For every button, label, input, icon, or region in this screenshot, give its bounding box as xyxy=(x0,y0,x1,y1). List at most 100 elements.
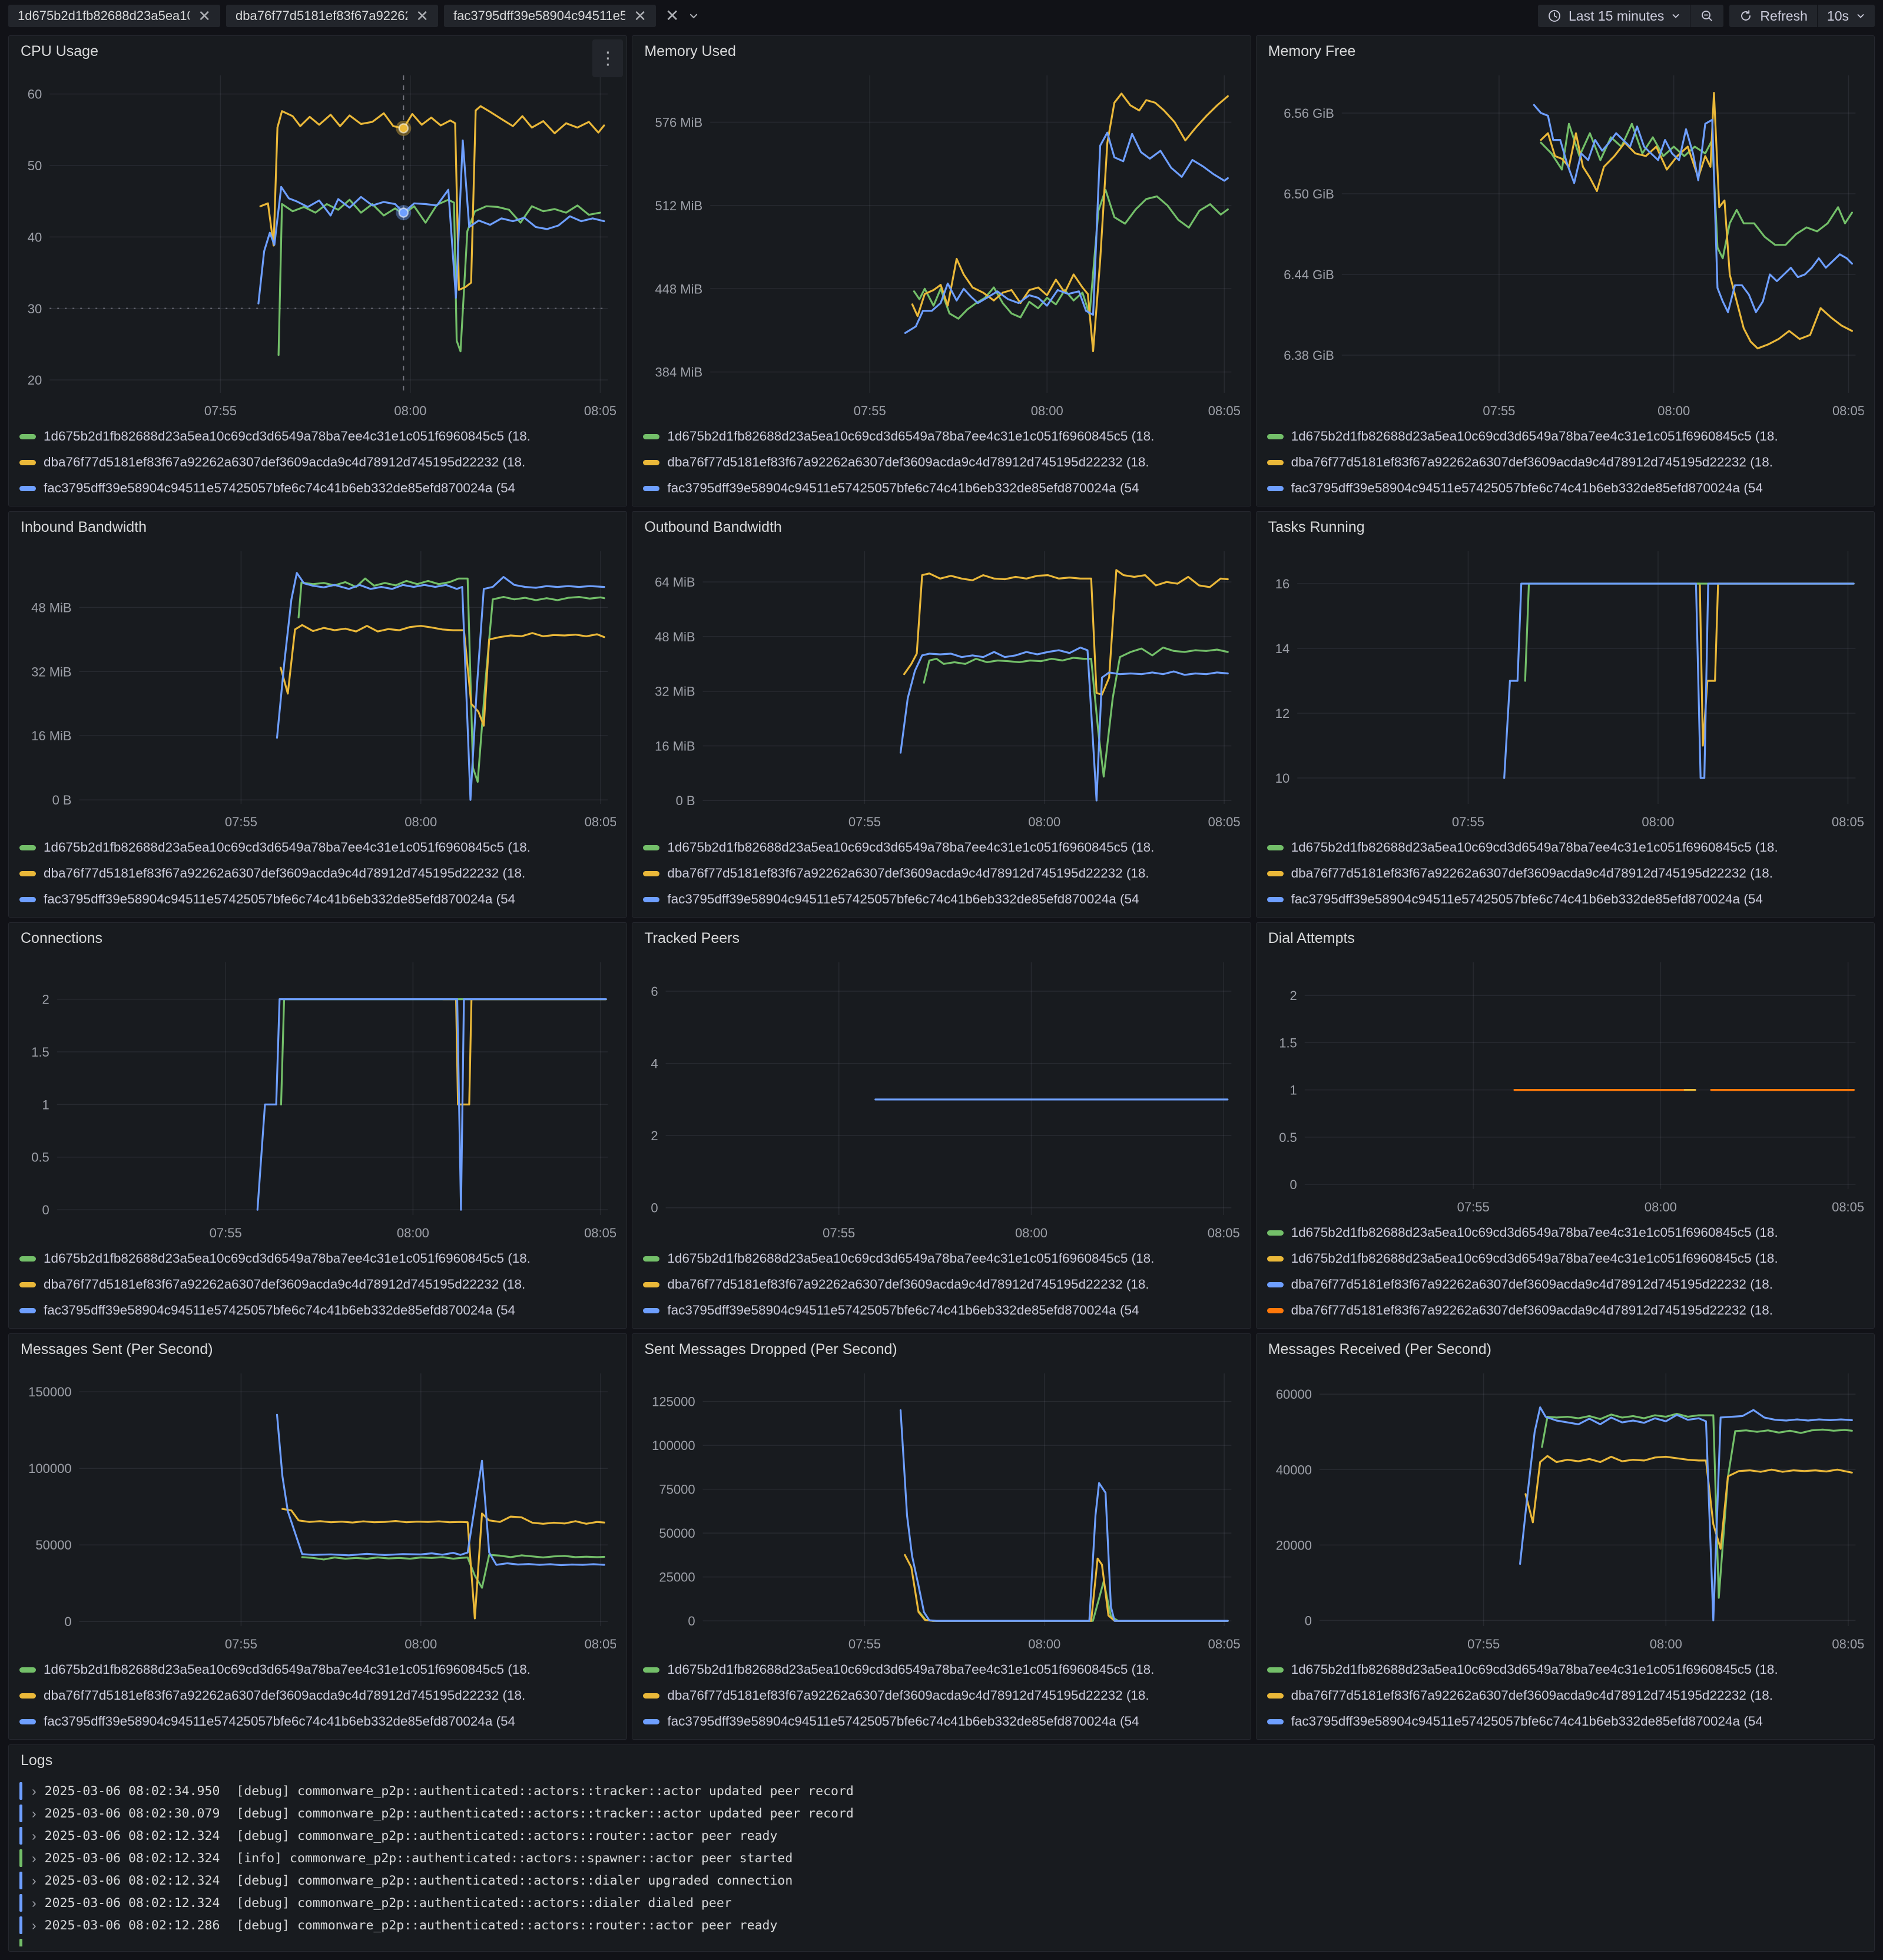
refresh-interval-button[interactable]: 10s xyxy=(1816,5,1875,27)
log-row[interactable]: › 2025-03-06 08:02:30.079 [debug] commonwa… xyxy=(19,1802,1864,1825)
refresh-button[interactable]: Refresh xyxy=(1729,5,1817,27)
legend-swatch-yellow xyxy=(19,1693,36,1699)
memory-free-chart[interactable]: 6.38 GiB 6.44 GiB 6.50 GiB 6.56 GiB 07:55 08:… xyxy=(1267,60,1864,422)
legend-item[interactable]: fac3795dff39e58904c94511e57425057bfe6c74… xyxy=(1267,886,1864,912)
legend-item[interactable]: 1d675b2d1fb82688d23a5ea10c69cd3d6549a78b… xyxy=(643,835,1239,860)
panel-title-messages-received[interactable]: Messages Received (Per Second) xyxy=(1268,1341,1491,1358)
panel-title-outbound-bandwidth[interactable]: Outbound Bandwidth xyxy=(644,519,782,536)
tracked-peers-chart[interactable]: 0 2 4 6 07:55 08:00 08:05 xyxy=(643,947,1240,1244)
expand-chevron-icon[interactable]: › xyxy=(32,1783,37,1799)
legend-item[interactable]: fac3795dff39e58904c94511e57425057bfe6c74… xyxy=(19,1709,616,1734)
panel-title-connections[interactable]: Connections xyxy=(21,930,102,947)
legend-item[interactable]: fac3795dff39e58904c94511e57425057bfe6c74… xyxy=(1267,1709,1864,1734)
legend-item[interactable]: fac3795dff39e58904c94511e57425057bfe6c74… xyxy=(643,886,1239,912)
legend-item[interactable]: 1d675b2d1fb82688d23a5ea10c69cd3d6549a78b… xyxy=(1267,423,1864,449)
panel-title-tracked-peers[interactable]: Tracked Peers xyxy=(644,930,740,947)
expand-chevron-icon[interactable]: › xyxy=(32,1873,37,1889)
legend-item[interactable]: fac3795dff39e58904c94511e57425057bfe6c74… xyxy=(643,475,1239,501)
legend-item[interactable]: 1d675b2d1fb82688d23a5ea10c69cd3d6549a78b… xyxy=(1267,1657,1864,1683)
legend-label: fac3795dff39e58904c94511e57425057bfe6c74… xyxy=(1291,1714,1763,1729)
expand-chevron-icon[interactable]: › xyxy=(32,1850,37,1866)
panel-menu-icon[interactable]: ⋮ xyxy=(592,39,624,77)
messages-sent-chart[interactable]: 0 50000 100000 150000 07:55 08:00 08:05 xyxy=(19,1358,616,1656)
panel-title-logs[interactable]: Logs xyxy=(21,1752,52,1769)
legend-item[interactable]: 1d675b2d1fb82688d23a5ea10c69cd3d6549a78b… xyxy=(19,835,616,860)
expand-chevron-icon[interactable]: › xyxy=(32,1918,37,1933)
log-message: [debug] commonware_p2p::authenticated::a… xyxy=(236,1873,793,1888)
close-icon[interactable]: ✕ xyxy=(634,8,647,24)
cpu-usage-chart[interactable]: 20 30 40 50 60 07:55 08:00 08:05 xyxy=(19,60,616,422)
zoom-out-button[interactable] xyxy=(1690,5,1723,27)
panel-title-tasks-running[interactable]: Tasks Running xyxy=(1268,519,1365,536)
legend-item[interactable]: dba76f77d5181ef83f67a92262a6307def3609ac… xyxy=(643,860,1239,886)
filter-chip-2[interactable]: dba76f77d5181ef83f67a92262a6307def3609ac… xyxy=(226,5,438,27)
outbound-bandwidth-chart[interactable]: 0 B 16 MiB 32 MiB 48 MiB 64 MiB 07:55 08:00 08:… xyxy=(643,536,1240,833)
legend-swatch-green xyxy=(1267,433,1284,439)
log-row[interactable]: › 2025-03-06 08:02:12.324 [debug] commonwa… xyxy=(19,1825,1864,1847)
panel-title-messages-sent[interactable]: Messages Sent (Per Second) xyxy=(21,1341,213,1358)
messages-received-chart[interactable]: 0 20000 40000 60000 07:55 08:00 08:05 xyxy=(1267,1358,1864,1656)
legend-item[interactable]: dba76f77d5181ef83f67a92262a6307def3609ac… xyxy=(19,1683,616,1709)
chevron-down-icon[interactable] xyxy=(688,11,699,21)
legend-item[interactable]: dba76f77d5181ef83f67a92262a6307def3609ac… xyxy=(643,1272,1239,1297)
legend-item[interactable]: 1d675b2d1fb82688d23a5ea10c69cd3d6549a78b… xyxy=(19,1657,616,1683)
tasks-running-chart[interactable]: 10 12 14 16 07:55 08:00 08:05 xyxy=(1267,536,1864,833)
legend-item[interactable]: dba76f77d5181ef83f67a92262a6307def3609ac… xyxy=(19,449,616,475)
expand-chevron-icon[interactable]: › xyxy=(32,1828,37,1844)
log-row[interactable]: › 2025-03-06 08:02:34.950 [debug] commonwa… xyxy=(19,1780,1864,1802)
panel-title-memory-free[interactable]: Memory Free xyxy=(1268,43,1356,60)
legend-item[interactable]: dba76f77d5181ef83f67a92262a6307def3609ac… xyxy=(1267,1272,1864,1297)
connections-chart[interactable]: 0 0.5 1 1.5 2 07:55 08:00 08:05 xyxy=(19,947,616,1244)
legend-label: dba76f77d5181ef83f67a92262a6307def3609ac… xyxy=(1291,866,1773,880)
legend-item[interactable]: dba76f77d5181ef83f67a92262a6307def3609ac… xyxy=(643,449,1239,475)
legend-item[interactable]: 1d675b2d1fb82688d23a5ea10c69cd3d6549a78b… xyxy=(19,1246,616,1272)
legend-item[interactable]: 1d675b2d1fb82688d23a5ea10c69cd3d6549a78b… xyxy=(19,423,616,449)
close-icon[interactable]: ✕ xyxy=(416,8,429,24)
legend-item[interactable]: dba76f77d5181ef83f67a92262a6307def3609ac… xyxy=(1267,860,1864,886)
panel-title-inbound-bandwidth[interactable]: Inbound Bandwidth xyxy=(21,519,147,536)
expand-chevron-icon[interactable]: › xyxy=(32,1806,37,1822)
legend-item[interactable]: fac3795dff39e58904c94511e57425057bfe6c74… xyxy=(19,886,616,912)
legend-item[interactable]: fac3795dff39e58904c94511e57425057bfe6c74… xyxy=(19,475,616,501)
panel-title-memory-used[interactable]: Memory Used xyxy=(644,43,736,60)
legend-item[interactable]: fac3795dff39e58904c94511e57425057bfe6c74… xyxy=(643,1297,1239,1323)
filter-chip-3[interactable]: fac3795dff39e58904c94511e57425057bfe6c74… xyxy=(444,5,656,27)
log-row[interactable] xyxy=(19,1936,1864,1946)
close-icon[interactable]: ✕ xyxy=(198,8,211,24)
legend-item[interactable]: 1d675b2d1fb82688d23a5ea10c69cd3d6549a78b… xyxy=(643,423,1239,449)
legend-item[interactable]: dba76f77d5181ef83f67a92262a6307def3609ac… xyxy=(19,1272,616,1297)
log-row[interactable]: › 2025-03-06 08:02:12.324 [info] commonwar… xyxy=(19,1847,1864,1869)
legend-item[interactable]: dba76f77d5181ef83f67a92262a6307def3609ac… xyxy=(643,1683,1239,1709)
legend-item[interactable]: dba76f77d5181ef83f67a92262a6307def3609ac… xyxy=(19,860,616,886)
legend: 1d675b2d1fb82688d23a5ea10c69cd3d6549a78b… xyxy=(19,1657,616,1734)
clear-all-filters-button[interactable]: ✕ xyxy=(662,5,682,27)
svg-text:20: 20 xyxy=(28,373,42,388)
svg-text:32 MiB: 32 MiB xyxy=(655,684,695,699)
time-range-button[interactable]: Last 15 minutes xyxy=(1538,5,1690,27)
filter-chip-1[interactable]: 1d675b2d1fb82688d23a5ea10c69cd3d6549a78b… xyxy=(8,5,220,27)
legend-item[interactable]: 1d675b2d1fb82688d23a5ea10c69cd3d6549a78b… xyxy=(1267,1220,1864,1246)
legend-item[interactable]: fac3795dff39e58904c94511e57425057bfe6c74… xyxy=(643,1709,1239,1734)
dial-attempts-chart[interactable]: 0 0.5 1 1.5 2 07:55 08:00 08:05 xyxy=(1267,947,1864,1219)
legend-item[interactable]: dba76f77d5181ef83f67a92262a6307def3609ac… xyxy=(1267,1297,1864,1323)
log-row[interactable]: › 2025-03-06 08:02:12.286 [debug] commonwa… xyxy=(19,1914,1864,1936)
legend-item[interactable]: fac3795dff39e58904c94511e57425057bfe6c74… xyxy=(1267,475,1864,501)
inbound-bandwidth-chart[interactable]: 0 B 16 MiB 32 MiB 48 MiB 07:55 08:00 08:05 xyxy=(19,536,616,833)
log-message: [info] commonware_p2p::authenticated::ac… xyxy=(236,1850,793,1866)
sent-messages-dropped-chart[interactable]: 0 25000 50000 75000 100000 125000 07:55 08:00 08… xyxy=(643,1358,1240,1656)
legend-item[interactable]: 1d675b2d1fb82688d23a5ea10c69cd3d6549a78b… xyxy=(643,1246,1239,1272)
legend-item[interactable]: dba76f77d5181ef83f67a92262a6307def3609ac… xyxy=(1267,1683,1864,1709)
legend-label: 1d675b2d1fb82688d23a5ea10c69cd3d6549a78b… xyxy=(44,1662,531,1677)
memory-used-chart[interactable]: 384 MiB 448 MiB 512 MiB 576 MiB 07:55 08:00 08… xyxy=(643,60,1240,422)
panel-title-dial-attempts[interactable]: Dial Attempts xyxy=(1268,930,1355,947)
expand-chevron-icon[interactable]: › xyxy=(32,1895,37,1911)
panel-title-sent-messages-dropped[interactable]: Sent Messages Dropped (Per Second) xyxy=(644,1341,897,1358)
legend-item[interactable]: dba76f77d5181ef83f67a92262a6307def3609ac… xyxy=(1267,449,1864,475)
legend-item[interactable]: 1d675b2d1fb82688d23a5ea10c69cd3d6549a78b… xyxy=(1267,835,1864,860)
legend-item[interactable]: 1d675b2d1fb82688d23a5ea10c69cd3d6549a78b… xyxy=(1267,1246,1864,1272)
log-row[interactable]: › 2025-03-06 08:02:12.324 [debug] commonwa… xyxy=(19,1869,1864,1892)
log-row[interactable]: › 2025-03-06 08:02:12.324 [debug] commonwa… xyxy=(19,1892,1864,1914)
panel-title-cpu-usage[interactable]: CPU Usage xyxy=(21,43,98,60)
legend-item[interactable]: fac3795dff39e58904c94511e57425057bfe6c74… xyxy=(19,1297,616,1323)
legend-item[interactable]: 1d675b2d1fb82688d23a5ea10c69cd3d6549a78b… xyxy=(643,1657,1239,1683)
